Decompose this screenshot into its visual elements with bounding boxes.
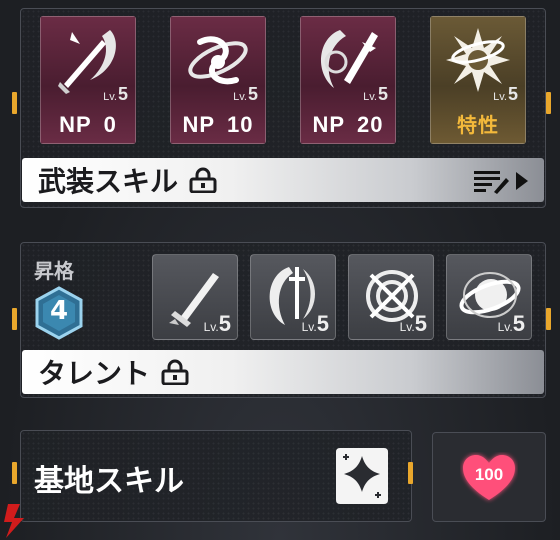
panel-side-tab (12, 92, 17, 114)
talent-level: Lv.5 (497, 311, 525, 336)
weapon-skill-bar[interactable]: 武装スキル (22, 158, 544, 202)
base-skill-icon[interactable] (334, 446, 390, 506)
base-skill-label: 基地スキル (34, 464, 184, 499)
ascension-rank: 4 (49, 296, 69, 326)
np-cost: NP 10 (182, 112, 254, 137)
affection-heart: 100 (460, 452, 518, 504)
panel-side-tab (546, 92, 551, 114)
weapon-skill-card-2[interactable]: Lv.5 NP 10 (170, 16, 266, 144)
card-level: Lv.5 (363, 84, 388, 104)
watermark-logo (4, 504, 24, 538)
skill-list-button[interactable] (472, 168, 530, 194)
card-level: Lv.5 (233, 84, 258, 104)
talent-level: Lv.5 (399, 311, 427, 336)
lock-icon (188, 167, 218, 194)
list-edit-icon (474, 171, 528, 194)
panel-side-tab (12, 462, 17, 484)
panel-side-tab (12, 308, 17, 330)
talent-bar[interactable]: タレント (22, 350, 544, 394)
trait-card[interactable]: Lv.5 特性 (430, 16, 526, 144)
weapon-skill-card-1[interactable]: Lv.5 NP 0 (40, 16, 136, 144)
card-level: Lv.5 (493, 84, 518, 104)
talent-level: Lv.5 (301, 311, 329, 336)
ascension-rank-badge[interactable]: 4 (34, 286, 84, 340)
ascension-label: 昇格 (34, 259, 74, 283)
talent-label: タレント (38, 357, 151, 390)
trait-label: 特性 (457, 113, 499, 137)
talent-card-1[interactable]: Lv.5 (152, 254, 238, 340)
panel-side-tab (546, 308, 551, 330)
np-cost: NP 0 (59, 112, 117, 137)
talent-card-2[interactable]: Lv.5 (250, 254, 336, 340)
talent-card-3[interactable]: Lv.5 (348, 254, 434, 340)
sparkle-frame-icon (336, 448, 388, 504)
talent-level: Lv.5 (203, 311, 231, 336)
lock-icon (160, 359, 190, 386)
talent-card-4[interactable]: Lv.5 (446, 254, 532, 340)
panel-side-tab (408, 462, 413, 484)
np-cost: NP 20 (312, 112, 384, 137)
weapon-skill-label: 武装スキル (38, 165, 179, 198)
weapon-skill-card-3[interactable]: Lv.5 NP 20 (300, 16, 396, 144)
affection-value: 100 (474, 465, 504, 484)
card-level: Lv.5 (103, 84, 128, 104)
